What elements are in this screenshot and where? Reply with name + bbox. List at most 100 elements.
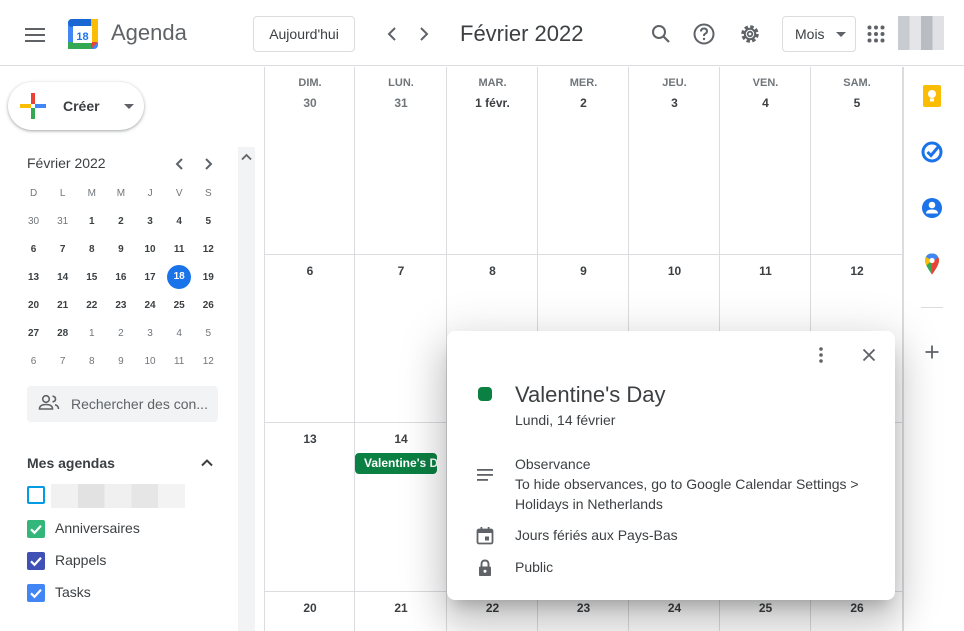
close-popup-button[interactable]: [855, 341, 883, 369]
mini-calendar-day[interactable]: 23: [106, 300, 135, 311]
mini-calendar-day[interactable]: 25: [165, 300, 194, 311]
calendar-list-item[interactable]: Tasks: [27, 582, 227, 602]
mini-calendar-day[interactable]: 11: [165, 356, 194, 367]
mini-calendar-day[interactable]: 20: [19, 300, 48, 311]
event-chip-valentines-day[interactable]: Valentine's D: [355, 453, 437, 474]
day-number[interactable]: 20: [265, 601, 355, 615]
mini-calendar-day[interactable]: 30: [19, 216, 48, 227]
mini-calendar-day[interactable]: 9: [106, 244, 135, 255]
day-number[interactable]: 7: [355, 264, 447, 278]
day-number[interactable]: 11: [720, 264, 811, 278]
day-number[interactable]: 9: [538, 264, 629, 278]
mini-calendar-day[interactable]: 19: [194, 272, 223, 283]
scroll-up-arrow-icon[interactable]: [241, 153, 252, 161]
add-addon-icon[interactable]: [920, 340, 944, 364]
next-period-button[interactable]: [408, 18, 440, 50]
mini-calendar-day[interactable]: 14: [48, 272, 77, 283]
contacts-icon[interactable]: [920, 196, 944, 220]
mini-calendar-day[interactable]: 5: [194, 216, 223, 227]
calendar-list-item[interactable]: Anniversaires: [27, 518, 227, 538]
calendar-checkbox[interactable]: [27, 552, 45, 570]
mini-calendar-prev-button[interactable]: [168, 153, 190, 175]
day-number[interactable]: 23: [538, 601, 629, 615]
mini-calendar-day[interactable]: 1: [77, 216, 106, 227]
mini-calendar-day[interactable]: 10: [136, 244, 165, 255]
calendar-checkbox[interactable]: [27, 520, 45, 538]
day-number[interactable]: 12: [811, 264, 903, 278]
mini-calendar-day[interactable]: 3: [136, 328, 165, 339]
calendar-checkbox[interactable]: [27, 584, 45, 602]
day-number[interactable]: 24: [629, 601, 720, 615]
maps-icon[interactable]: [920, 252, 944, 276]
create-event-button[interactable]: Créer: [8, 82, 144, 130]
today-button[interactable]: Aujourd'hui: [253, 16, 355, 52]
search-people-input[interactable]: Rechercher des con...: [27, 386, 218, 422]
day-number[interactable]: 25: [720, 601, 811, 615]
mini-calendar-day[interactable]: 22: [77, 300, 106, 311]
mini-calendar-day[interactable]: 6: [19, 356, 48, 367]
mini-calendar-day[interactable]: 13: [19, 272, 48, 283]
mini-calendar-day[interactable]: 2: [106, 216, 135, 227]
day-number[interactable]: 31: [355, 96, 447, 110]
day-number[interactable]: 2: [538, 96, 629, 110]
day-number[interactable]: 22: [447, 601, 538, 615]
day-number[interactable]: 26: [811, 601, 903, 615]
mini-calendar-day[interactable]: 27: [19, 328, 48, 339]
day-number[interactable]: 4: [720, 96, 811, 110]
calendar-list-item[interactable]: Rappels: [27, 550, 227, 570]
mini-calendar-day[interactable]: 6: [19, 244, 48, 255]
mini-calendar-day[interactable]: 28: [48, 328, 77, 339]
mini-calendar-day[interactable]: 7: [48, 356, 77, 367]
day-number[interactable]: 30: [265, 96, 355, 110]
mini-calendar-day[interactable]: 17: [136, 272, 165, 283]
mini-calendar-day[interactable]: 31: [48, 216, 77, 227]
mini-calendar-day[interactable]: 9: [106, 356, 135, 367]
mini-calendar-day[interactable]: 16: [106, 272, 135, 283]
mini-calendar-day[interactable]: 5: [194, 328, 223, 339]
day-number[interactable]: 3: [629, 96, 720, 110]
settings-button[interactable]: [732, 16, 768, 52]
mini-calendar-day[interactable]: 7: [48, 244, 77, 255]
mini-calendar-day[interactable]: 1: [77, 328, 106, 339]
mini-calendar-day[interactable]: 4: [165, 328, 194, 339]
mini-calendar-day[interactable]: 12: [194, 244, 223, 255]
my-calendars-collapse-button[interactable]: [197, 453, 217, 478]
mini-day-number: 6: [30, 355, 37, 367]
day-number[interactable]: 13: [265, 432, 355, 446]
previous-period-button[interactable]: [376, 18, 408, 50]
day-number[interactable]: 14: [355, 432, 447, 446]
mini-calendar-day[interactable]: 8: [77, 356, 106, 367]
mini-calendar-day[interactable]: 8: [77, 244, 106, 255]
mini-calendar-day[interactable]: 4: [165, 216, 194, 227]
sidebar-scrollbar[interactable]: [238, 147, 255, 631]
apps-button[interactable]: [858, 16, 894, 52]
day-number[interactable]: 10: [629, 264, 720, 278]
main-menu-button[interactable]: [17, 17, 53, 53]
my-calendars-title[interactable]: Mes agendas: [27, 455, 115, 471]
mini-calendar-day[interactable]: 21: [48, 300, 77, 311]
day-number[interactable]: 21: [355, 601, 447, 615]
day-number[interactable]: 8: [447, 264, 538, 278]
mini-calendar-day[interactable]: 11: [165, 244, 194, 255]
mini-calendar-day[interactable]: 3: [136, 216, 165, 227]
search-button[interactable]: [643, 16, 679, 52]
view-switcher-button[interactable]: Mois: [782, 16, 856, 52]
mini-calendar-next-button[interactable]: [198, 153, 220, 175]
tasks-icon[interactable]: [920, 140, 944, 164]
mini-calendar-day[interactable]: 26: [194, 300, 223, 311]
mini-calendar-day[interactable]: 2: [106, 328, 135, 339]
mini-calendar-day[interactable]: 10: [136, 356, 165, 367]
calendar-checkbox[interactable]: [27, 486, 45, 504]
mini-calendar-day[interactable]: 15: [77, 272, 106, 283]
day-number[interactable]: 6: [265, 264, 355, 278]
calendar-list-item[interactable]: [27, 484, 227, 508]
day-number[interactable]: 1 févr.: [447, 96, 538, 110]
mini-calendar-day[interactable]: 12: [194, 356, 223, 367]
event-options-button[interactable]: [807, 341, 835, 369]
account-avatar[interactable]: [898, 16, 944, 50]
help-button[interactable]: [686, 16, 722, 52]
keep-icon[interactable]: [920, 84, 944, 108]
mini-calendar-day[interactable]: 24: [136, 300, 165, 311]
day-number[interactable]: 5: [811, 96, 903, 110]
mini-calendar-today[interactable]: 18: [165, 265, 194, 289]
